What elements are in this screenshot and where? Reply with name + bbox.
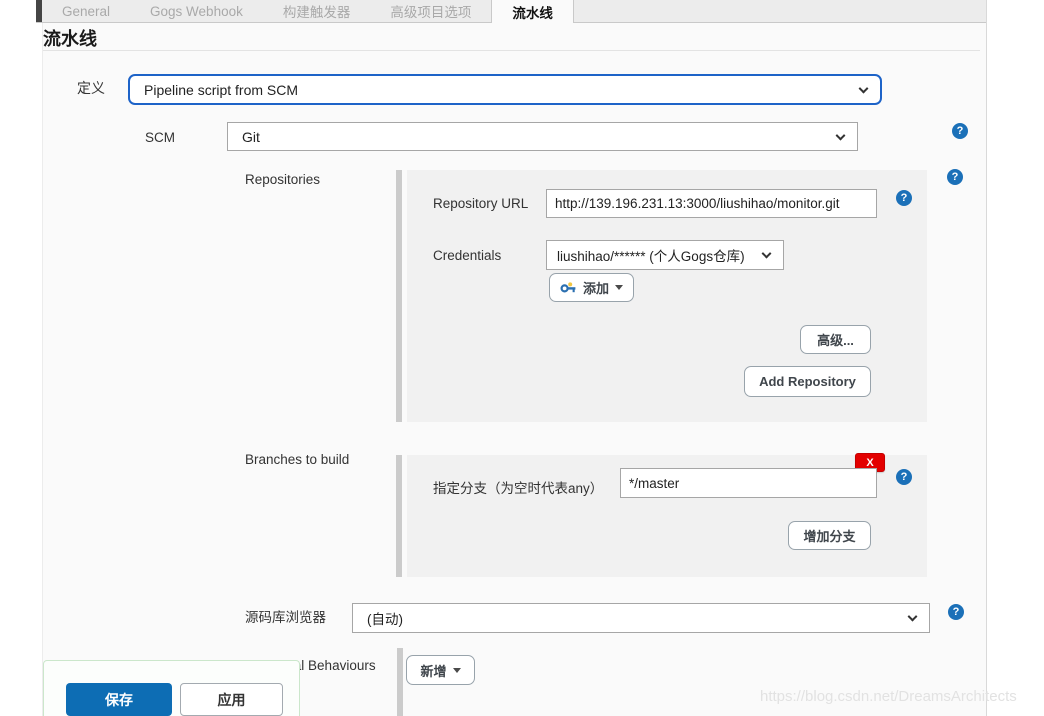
repositories-help-icon[interactable]: ? bbox=[947, 169, 963, 185]
credentials-select-value: liushihao/****** (个人Gogs仓库) bbox=[557, 245, 745, 265]
chevron-down-icon bbox=[859, 83, 869, 93]
additional-behaviours-drag-handle bbox=[397, 648, 403, 716]
credentials-select[interactable]: liushihao/****** (个人Gogs仓库) bbox=[546, 240, 784, 270]
new-behaviour-button[interactable]: 新增 bbox=[406, 655, 475, 685]
scm-select[interactable]: Git bbox=[227, 122, 858, 151]
save-button[interactable]: 保存 bbox=[66, 683, 172, 716]
repository-url-help-icon[interactable]: ? bbox=[896, 190, 912, 206]
watermark-text: https://blog.csdn.net/DreamsArchitects bbox=[760, 688, 1044, 705]
caret-down-icon bbox=[615, 285, 623, 290]
jenkins-pipeline-config-page: General Gogs Webhook 构建触发器 高级项目选项 流水线 流水… bbox=[0, 0, 1044, 716]
advanced-button[interactable]: 高级... bbox=[800, 325, 871, 354]
repository-browser-select[interactable]: (自动) bbox=[352, 603, 930, 633]
tab-advanced-project-options[interactable]: 高级项目选项 bbox=[370, 0, 491, 22]
add-branch-button-label: 增加分支 bbox=[803, 526, 855, 545]
branches-drag-handle bbox=[396, 455, 402, 577]
chevron-down-icon bbox=[762, 249, 772, 259]
tab-gogs-webhook[interactable]: Gogs Webhook bbox=[130, 0, 263, 22]
add-repository-button-label: Add Repository bbox=[759, 374, 856, 389]
apply-button[interactable]: 应用 bbox=[180, 683, 283, 716]
repository-url-label: Repository URL bbox=[433, 196, 528, 211]
chevron-down-icon bbox=[908, 612, 918, 622]
branch-specifier-input[interactable] bbox=[620, 468, 877, 498]
new-behaviour-button-label: 新增 bbox=[420, 661, 446, 680]
chevron-down-icon bbox=[836, 130, 846, 140]
definition-select-value: Pipeline script from SCM bbox=[144, 82, 298, 98]
add-credential-label: 添加 bbox=[583, 278, 609, 297]
definition-label: 定义 bbox=[77, 78, 105, 98]
add-repository-button[interactable]: Add Repository bbox=[744, 366, 871, 397]
repository-url-input[interactable] bbox=[546, 189, 877, 218]
branches-to-build-section-label: Branches to build bbox=[245, 452, 349, 467]
key-icon bbox=[560, 282, 577, 294]
tab-build-triggers[interactable]: 构建触发器 bbox=[263, 0, 371, 22]
heading-divider bbox=[43, 50, 980, 51]
scm-label: SCM bbox=[145, 130, 175, 145]
config-tabbar: General Gogs Webhook 构建触发器 高级项目选项 流水线 bbox=[36, 0, 986, 23]
repository-browser-help-icon[interactable]: ? bbox=[948, 604, 964, 620]
add-credential-button[interactable]: 添加 bbox=[549, 273, 634, 302]
repositories-drag-handle bbox=[396, 170, 402, 422]
page-title: 流水线 bbox=[43, 25, 97, 51]
scm-select-value: Git bbox=[242, 129, 260, 145]
tab-general[interactable]: General bbox=[42, 0, 130, 22]
advanced-button-label: 高级... bbox=[817, 330, 854, 349]
tab-pipeline[interactable]: 流水线 bbox=[491, 0, 574, 23]
caret-down-icon bbox=[453, 668, 461, 673]
repository-browser-label: 源码库浏览器 bbox=[245, 606, 326, 626]
branch-help-icon[interactable]: ? bbox=[896, 469, 912, 485]
repository-browser-select-value: (自动) bbox=[367, 608, 403, 628]
content-right-border bbox=[986, 0, 987, 716]
credentials-label: Credentials bbox=[433, 248, 501, 263]
scm-help-icon[interactable]: ? bbox=[952, 123, 968, 139]
add-branch-button[interactable]: 增加分支 bbox=[788, 521, 871, 550]
definition-select[interactable]: Pipeline script from SCM bbox=[128, 74, 882, 105]
branch-specifier-label: 指定分支（为空时代表any） bbox=[433, 477, 603, 497]
repositories-section-label: Repositories bbox=[245, 172, 320, 187]
